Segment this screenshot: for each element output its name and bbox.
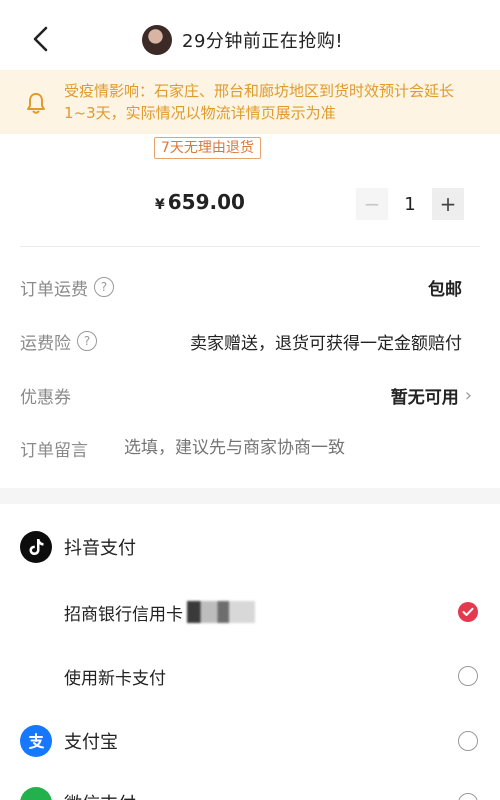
bell-icon	[27, 93, 45, 114]
help-icon[interactable]: ?	[94, 277, 114, 297]
notice-text: 受疫情影响：石家庄、邢台和廊坊地区到货时效预计会延长1~3天，实际情况以物流详情…	[64, 82, 455, 122]
return-policy-badge: 7天无理由退货	[154, 137, 261, 159]
chevron-right-icon: ›	[464, 384, 472, 406]
douyin-pay-icon	[20, 531, 52, 563]
top-bar: 29分钟前正在抢购!	[0, 0, 500, 70]
help-icon[interactable]: ?	[77, 331, 97, 351]
coupon-value: 暂无可用 ›	[391, 383, 472, 408]
shipping-insurance-value: 卖家赠送，退货可获得一定金额赔付	[190, 333, 462, 354]
shipping-fee-value: 包邮	[428, 279, 462, 300]
divider	[20, 246, 480, 247]
radio-unchecked-icon[interactable]	[458, 731, 478, 751]
order-memo-row: 订单留言	[20, 428, 480, 468]
currency-symbol: ¥	[155, 197, 165, 213]
payment-option-cmb-credit-card[interactable]: 招商银行信用卡	[0, 587, 500, 637]
wechat-pay-label: 微信支付	[64, 790, 136, 800]
shipping-fee-label: 订单运费 ?	[20, 275, 114, 300]
alipay-icon	[20, 725, 52, 757]
radio-checked-icon[interactable]	[458, 602, 478, 622]
payment-option-wechat[interactable]: 微信支付	[0, 778, 500, 800]
coupon-row[interactable]: 优惠券 暂无可用 ›	[20, 375, 480, 415]
coupon-value-text: 暂无可用	[390, 387, 459, 408]
tiktok-note-icon	[29, 539, 44, 555]
shipping-fee-row: 订单运费 ? 包邮	[20, 267, 480, 307]
cmb-credit-card-label-text: 招商银行信用卡	[64, 604, 183, 625]
price-value: 659.00	[167, 190, 245, 214]
masked-card-number	[187, 601, 255, 623]
coupon-label: 优惠券	[20, 387, 71, 408]
payment-option-alipay[interactable]: 支付宝	[0, 716, 500, 766]
alipay-label: 支付宝	[64, 732, 118, 753]
order-memo-input[interactable]	[124, 438, 464, 458]
page-title: 29分钟前正在抢购!	[182, 31, 344, 52]
order-memo-label: 订单留言	[20, 440, 88, 461]
radio-unchecked-icon[interactable]	[458, 793, 478, 800]
cmb-credit-card-label: 招商银行信用卡	[64, 600, 255, 625]
douyin-pay-label: 抖音支付	[64, 538, 136, 559]
quantity-stepper: − 1 +	[356, 187, 464, 221]
increase-quantity-button[interactable]: +	[432, 188, 464, 220]
header-title-group: 29分钟前正在抢购!	[142, 22, 343, 58]
shipping-insurance-label-text: 运费险	[20, 333, 71, 354]
shipping-fee-label-text: 订单运费	[20, 279, 88, 300]
quantity-value[interactable]: 1	[388, 194, 432, 215]
decrease-quantity-button[interactable]: −	[356, 188, 388, 220]
payment-method-douyin: 抖音支付	[0, 522, 500, 572]
section-gap	[0, 488, 500, 504]
radio-unchecked-icon[interactable]	[458, 666, 478, 686]
epidemic-notice-banner: 受疫情影响：石家庄、邢台和廊坊地区到货时效预计会延长1~3天，实际情况以物流详情…	[0, 70, 500, 134]
shipping-insurance-row: 运费险 ? 卖家赠送，退货可获得一定金额赔付	[20, 321, 480, 361]
back-arrow-icon[interactable]	[28, 24, 54, 54]
avatar	[142, 25, 172, 55]
product-price: ¥659.00	[155, 190, 245, 214]
payment-option-new-card[interactable]: 使用新卡支付	[0, 651, 500, 701]
shipping-insurance-label: 运费险 ?	[20, 329, 97, 354]
new-card-label: 使用新卡支付	[64, 668, 166, 689]
wechat-pay-icon	[20, 787, 52, 800]
